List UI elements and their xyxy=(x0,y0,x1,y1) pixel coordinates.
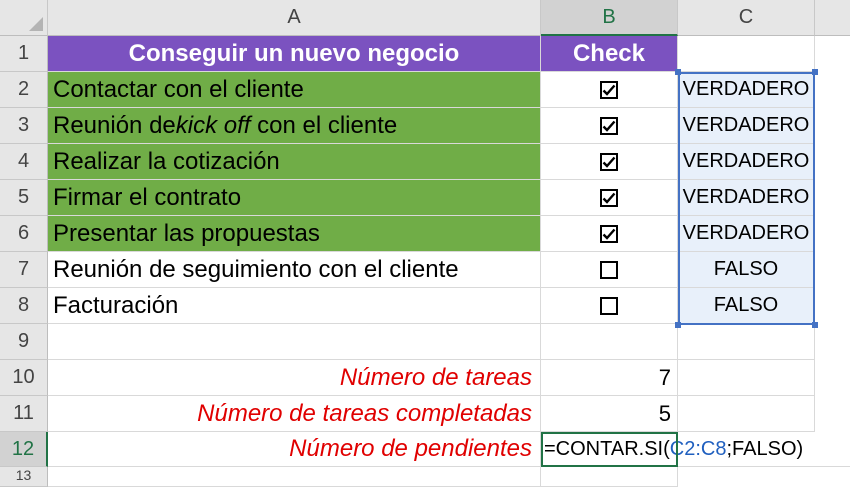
checkbox-linked-value[interactable]: VERDADERO xyxy=(678,144,815,180)
header-cell-check[interactable]: Check xyxy=(541,36,678,72)
task-name-text: Contactar con el cliente xyxy=(53,75,304,103)
task-name-cell[interactable]: Firmar el contrato xyxy=(48,180,541,216)
row-header-6[interactable]: 6 xyxy=(0,216,48,252)
cell-b13[interactable] xyxy=(541,467,678,487)
select-all-icon xyxy=(29,17,43,31)
check-cell[interactable] xyxy=(541,180,678,216)
formula-ref-start: C2 xyxy=(669,437,696,460)
task-name-text: Facturación xyxy=(53,291,179,319)
cell-a13[interactable] xyxy=(48,467,541,487)
row-header-10[interactable]: 10 xyxy=(0,360,48,396)
checkbox-linked-value[interactable]: VERDADERO xyxy=(678,72,815,108)
row-header-13[interactable]: 13 xyxy=(0,467,48,487)
column-header-d[interactable] xyxy=(815,0,850,36)
task-name-cell[interactable]: Reunión de seguimiento con el cliente xyxy=(48,252,541,288)
column-header-c[interactable]: C xyxy=(678,0,815,36)
checkbox-checked-icon[interactable] xyxy=(600,188,618,207)
row-header-9[interactable]: 9 xyxy=(0,324,48,360)
row-header-2[interactable]: 2 xyxy=(0,72,48,108)
checkbox-linked-value[interactable]: VERDADERO xyxy=(678,180,815,216)
row-header-11[interactable]: 11 xyxy=(0,396,48,432)
task-name-cell[interactable]: Contactar con el cliente xyxy=(48,72,541,108)
checkbox-checked-icon[interactable] xyxy=(600,116,618,135)
task-name-cell[interactable]: Presentar las propuestas xyxy=(48,216,541,252)
checkbox-empty-icon[interactable] xyxy=(600,296,618,315)
check-cell[interactable] xyxy=(541,216,678,252)
cell-c9[interactable] xyxy=(678,324,815,360)
row-header-1[interactable]: 1 xyxy=(0,36,48,72)
task-name-cell[interactable]: Realizar la cotización xyxy=(48,144,541,180)
column-header-b[interactable]: B xyxy=(541,0,678,36)
formula-ref-end: C8 xyxy=(700,437,727,460)
total-tasks-label[interactable]: Número de tareas xyxy=(48,360,541,396)
checkbox-checked-icon[interactable] xyxy=(600,152,618,171)
task-name-cell[interactable]: Reunión de kick off con el cliente xyxy=(48,108,541,144)
task-name-text: Firmar el contrato xyxy=(53,183,242,211)
row-header-4[interactable]: 4 xyxy=(0,144,48,180)
task-name-text-end: con el cliente xyxy=(250,111,398,139)
completed-tasks-value[interactable]: 5 xyxy=(541,396,678,432)
completed-tasks-label[interactable]: Número de tareas completadas xyxy=(48,396,541,432)
range-handle-top-left[interactable] xyxy=(675,69,681,75)
checkbox-linked-value[interactable]: VERDADERO xyxy=(678,108,815,144)
select-all-corner[interactable] xyxy=(0,0,48,36)
row-header-7[interactable]: 7 xyxy=(0,252,48,288)
pending-tasks-label[interactable]: Número de pendientes xyxy=(48,432,541,467)
task-name-emphasis: kick off xyxy=(175,111,251,139)
formula-suffix: ;FALSO) xyxy=(726,437,804,460)
spreadsheet-grid: A B C 1 2 3 4 5 6 7 8 9 10 11 12 13 Cons… xyxy=(0,0,850,487)
checkbox-empty-icon[interactable] xyxy=(600,260,618,279)
formula-prefix: =CONTAR.SI( xyxy=(544,437,670,460)
total-tasks-value[interactable]: 7 xyxy=(541,360,678,396)
checkbox-checked-icon[interactable] xyxy=(600,224,618,243)
checkbox-linked-value[interactable]: FALSO xyxy=(678,288,815,324)
check-cell[interactable] xyxy=(541,252,678,288)
check-cell[interactable] xyxy=(541,72,678,108)
cell-c10[interactable] xyxy=(678,360,815,396)
check-cell[interactable] xyxy=(541,288,678,324)
checkbox-linked-value[interactable]: VERDADERO xyxy=(678,216,815,252)
column-header-a[interactable]: A xyxy=(48,0,541,36)
check-cell[interactable] xyxy=(541,144,678,180)
task-name-text: Realizar la cotización xyxy=(53,147,280,175)
cell-c11[interactable] xyxy=(678,396,815,432)
checkbox-checked-icon[interactable] xyxy=(600,80,618,99)
cell-b9[interactable] xyxy=(541,324,678,360)
range-handle-top-right[interactable] xyxy=(812,69,818,75)
cell-a9[interactable] xyxy=(48,324,541,360)
row-header-5[interactable]: 5 xyxy=(0,180,48,216)
checkbox-linked-value[interactable]: FALSO xyxy=(678,252,815,288)
header-cell-title[interactable]: Conseguir un nuevo negocio xyxy=(48,36,541,72)
row-header-8[interactable]: 8 xyxy=(0,288,48,324)
task-name-text: Reunión de xyxy=(53,111,176,139)
formula-edit-cell[interactable]: =CONTAR.SI(C2: C8 ;FALSO) xyxy=(541,432,850,467)
task-name-text: Presentar las propuestas xyxy=(53,219,320,247)
task-name-text: Reunión de seguimiento con el cliente xyxy=(53,255,459,283)
row-header-12[interactable]: 12 xyxy=(0,432,48,467)
cell-c1[interactable] xyxy=(678,36,815,72)
check-cell[interactable] xyxy=(541,108,678,144)
row-header-3[interactable]: 3 xyxy=(0,108,48,144)
range-handle-bottom-left[interactable] xyxy=(675,322,681,328)
range-handle-bottom-right[interactable] xyxy=(812,322,818,328)
task-name-cell[interactable]: Facturación xyxy=(48,288,541,324)
